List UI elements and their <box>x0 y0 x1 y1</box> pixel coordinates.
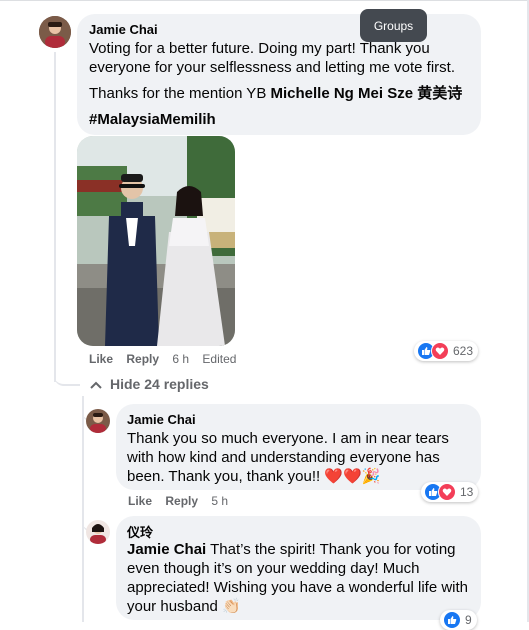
mention-link[interactable]: Michelle Ng Mei Sze 黄美诗 <box>271 85 463 102</box>
reply-author[interactable]: 仪玲 <box>127 522 153 541</box>
reply-button[interactable]: Reply <box>165 494 198 508</box>
avatar-jamie-chai[interactable] <box>39 16 71 48</box>
thread-line <box>54 52 56 382</box>
comment-mention-line: Thanks for the mention YB Michelle Ng Me… <box>89 84 479 103</box>
reply-text: Jamie Chai That’s the spirit! Thank you … <box>127 540 472 616</box>
love-icon <box>438 483 456 501</box>
timestamp[interactable]: 6 h <box>172 352 189 366</box>
reply-emoji: 👏🏻 <box>222 598 241 615</box>
mention-link[interactable]: Jamie Chai <box>127 541 206 558</box>
like-button[interactable]: Like <box>89 352 113 366</box>
top-divider <box>0 0 529 1</box>
chevron-up-icon <box>90 376 104 392</box>
reply-bubble: 仪玲 Jamie Chai That’s the spirit! Thank y… <box>116 516 481 620</box>
comment-photo[interactable] <box>77 136 235 346</box>
like-icon <box>443 611 461 629</box>
reaction-count: 13 <box>460 485 474 499</box>
reply-button[interactable]: Reply <box>126 352 159 366</box>
reply-author[interactable]: Jamie Chai <box>127 412 196 427</box>
avatar-yi-ling[interactable] <box>86 520 110 544</box>
mention-prefix: Thanks for the mention YB <box>89 85 271 102</box>
comment-author[interactable]: Jamie Chai <box>89 22 158 37</box>
love-icon <box>431 342 449 360</box>
reply-actions: Like Reply 5 h <box>128 494 238 508</box>
like-button[interactable]: Like <box>128 494 152 508</box>
hide-replies-label: Hide 24 replies <box>110 376 209 392</box>
timestamp[interactable]: 5 h <box>211 494 228 508</box>
reaction-count: 623 <box>453 344 474 358</box>
reaction-summary[interactable]: 9 <box>440 610 477 630</box>
reply-text-body: Thank you so much everyone. I am in near… <box>127 430 449 485</box>
comment-actions: Like Reply 6 h Edited <box>89 352 246 366</box>
comment-text: Voting for a better future. Doing my par… <box>89 40 456 76</box>
thread-line-replies <box>82 396 84 622</box>
reaction-count: 9 <box>465 613 472 627</box>
thread-branch <box>54 368 80 386</box>
hashtag-link[interactable]: #MalaysiaMemilih <box>89 110 216 129</box>
reply-emoji: ❤️❤️🎉 <box>324 468 381 485</box>
edited-label: Edited <box>202 352 237 366</box>
groups-tooltip: Groups <box>360 9 427 42</box>
avatar-jamie-chai[interactable] <box>86 409 110 433</box>
reply-bubble: Jamie Chai Thank you so much everyone. I… <box>116 404 481 490</box>
reaction-summary[interactable]: 13 <box>421 482 479 502</box>
reaction-summary[interactable]: 623 <box>414 341 479 361</box>
hide-replies-button[interactable]: Hide 24 replies <box>90 376 209 392</box>
reply-text: Thank you so much everyone. I am in near… <box>127 429 472 486</box>
